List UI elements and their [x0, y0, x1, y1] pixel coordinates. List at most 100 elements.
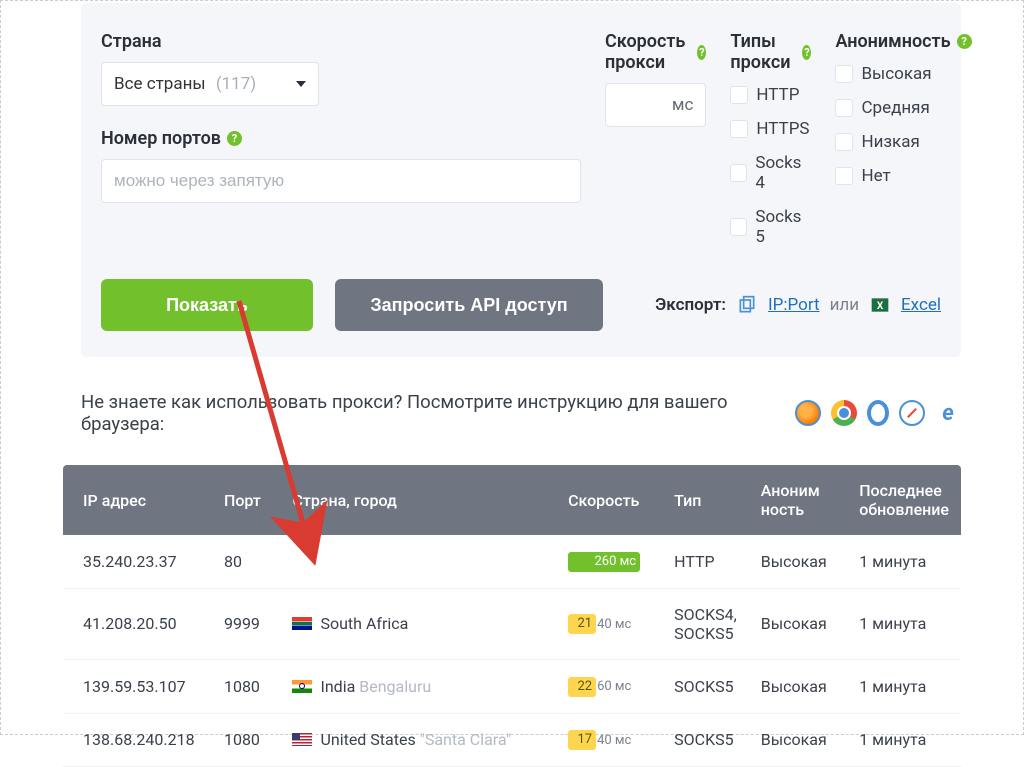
- table-row: 35.240.23.3780260 мсHTTPВысокая1 минута: [63, 535, 961, 588]
- anon-low[interactable]: Низкая: [835, 132, 971, 152]
- help-icon[interactable]: ?: [697, 45, 706, 60]
- cell-ip: 35.240.23.37: [63, 535, 212, 588]
- help-row: Не знаете как использовать прокси? Посмо…: [81, 391, 961, 435]
- table-row: 139.59.53.1071080India Bengaluru2260 мсS…: [63, 659, 961, 713]
- checkbox[interactable]: [835, 65, 853, 83]
- cell-speed: 2140 мс: [556, 588, 662, 659]
- speed-bar: 21: [568, 614, 596, 634]
- cell-type: SOCKS5: [662, 659, 749, 713]
- cell-updated: 1 минута: [847, 659, 961, 713]
- type-socks4[interactable]: Socks 4: [730, 153, 811, 193]
- flag-icon: [292, 733, 312, 746]
- filter-panel: Страна Все страны (117) Номер портов ?: [81, 3, 961, 357]
- anon-list: Высокая Средняя Низкая Нет: [835, 64, 971, 186]
- speed-bar: 22: [568, 677, 596, 697]
- city: Bengaluru: [359, 677, 431, 696]
- ports-input-wrap: [101, 159, 581, 203]
- ports-input[interactable]: [114, 160, 568, 202]
- cell-anon: Высокая: [749, 713, 847, 767]
- checkbox[interactable]: [835, 133, 853, 151]
- type-http[interactable]: HTTP: [730, 85, 811, 105]
- th-country: Страна, город: [280, 465, 556, 535]
- proxy-table: IP адрес Порт Страна, город Скорость Тип…: [63, 465, 961, 767]
- speed-label: Скорость прокси ?: [605, 31, 706, 73]
- chrome-icon[interactable]: [831, 400, 857, 426]
- city: "Santa Clara": [420, 730, 512, 749]
- checkbox[interactable]: [730, 218, 747, 236]
- ports-label: Номер портов ?: [101, 128, 581, 149]
- export-ipport-link[interactable]: IP:Port: [768, 295, 820, 315]
- checkbox[interactable]: [730, 164, 747, 182]
- cell-ip: 139.59.53.107: [63, 659, 212, 713]
- cell-port: 9999: [212, 588, 281, 659]
- cell-speed: 1740 мс: [556, 713, 662, 767]
- help-icon[interactable]: ?: [227, 131, 242, 146]
- svg-text:X: X: [877, 301, 884, 312]
- help-text: Не знаете как использовать прокси? Посмо…: [81, 391, 781, 435]
- anon-high[interactable]: Высокая: [835, 64, 971, 84]
- checkbox[interactable]: [835, 99, 853, 117]
- cell-ip: 41.208.20.50: [63, 588, 212, 659]
- show-button[interactable]: Показать: [101, 279, 313, 331]
- speed-input[interactable]: [618, 84, 672, 126]
- checkbox[interactable]: [730, 120, 748, 138]
- cell-country: South Africa: [280, 588, 556, 659]
- flag-icon: [292, 680, 312, 693]
- cell-port: 1080: [212, 659, 281, 713]
- speed-bar: 260 мс: [568, 552, 640, 572]
- type-socks5[interactable]: Socks 5: [730, 207, 811, 247]
- types-label: Типы прокси ?: [730, 31, 811, 73]
- export-block: Экспорт: IP:Port или X Excel: [655, 295, 941, 315]
- cell-ip: 138.68.240.218: [63, 713, 212, 767]
- chevron-down-icon: [296, 81, 306, 87]
- speed-rest: 60 мс: [597, 679, 631, 694]
- checkbox[interactable]: [835, 167, 853, 185]
- flag-icon: [292, 617, 312, 630]
- th-ip: IP адрес: [63, 465, 212, 535]
- speed-input-wrap: мс: [605, 83, 706, 127]
- request-api-button[interactable]: Запросить API доступ: [335, 279, 603, 331]
- speed-suffix: мс: [672, 95, 694, 115]
- help-icon[interactable]: ?: [802, 45, 811, 60]
- type-https[interactable]: HTTPS: [730, 119, 811, 139]
- help-icon[interactable]: ?: [957, 34, 972, 49]
- speed-rest: 40 мс: [597, 617, 631, 632]
- cell-updated: 1 минута: [847, 713, 961, 767]
- anon-none[interactable]: Нет: [835, 166, 971, 186]
- safari-icon[interactable]: [899, 400, 925, 426]
- th-speed: Скорость: [556, 465, 662, 535]
- anon-medium[interactable]: Средняя: [835, 98, 971, 118]
- copy-icon: [736, 295, 758, 315]
- table-row: 138.68.240.2181080United States "Santa C…: [63, 713, 961, 767]
- speed-bar: 17: [568, 730, 596, 750]
- country-label: Страна: [101, 31, 319, 52]
- cell-country: India Bengaluru: [280, 659, 556, 713]
- excel-icon: X: [869, 295, 891, 315]
- cell-updated: 1 минута: [847, 535, 961, 588]
- th-type: Тип: [662, 465, 749, 535]
- anon-label: Анонимность ?: [835, 31, 971, 52]
- country-select[interactable]: Все страны (117): [101, 62, 319, 106]
- cell-type: HTTP: [662, 535, 749, 588]
- checkbox[interactable]: [730, 86, 748, 104]
- types-list: HTTP HTTPS Socks 4 Socks 5: [730, 85, 811, 247]
- cell-updated: 1 минута: [847, 588, 961, 659]
- cell-speed: 260 мс: [556, 535, 662, 588]
- firefox-icon[interactable]: [795, 400, 821, 426]
- export-excel-link[interactable]: Excel: [901, 295, 941, 315]
- cell-anon: Высокая: [749, 588, 847, 659]
- cell-type: SOCKS5: [662, 713, 749, 767]
- opera-icon[interactable]: [867, 400, 889, 426]
- cell-port: 80: [212, 535, 281, 588]
- export-or: или: [830, 295, 859, 315]
- ie-icon[interactable]: e: [935, 400, 961, 426]
- cell-country: [280, 535, 556, 588]
- cell-type: SOCKS4, SOCKS5: [662, 588, 749, 659]
- browser-icons: e: [795, 400, 961, 426]
- table-row: 41.208.20.509999South Africa2140 мсSOCKS…: [63, 588, 961, 659]
- speed-rest: 40 мс: [597, 733, 631, 748]
- th-anon: Аноним ность: [749, 465, 847, 535]
- cell-anon: Высокая: [749, 659, 847, 713]
- cell-speed: 2260 мс: [556, 659, 662, 713]
- th-port: Порт: [212, 465, 281, 535]
